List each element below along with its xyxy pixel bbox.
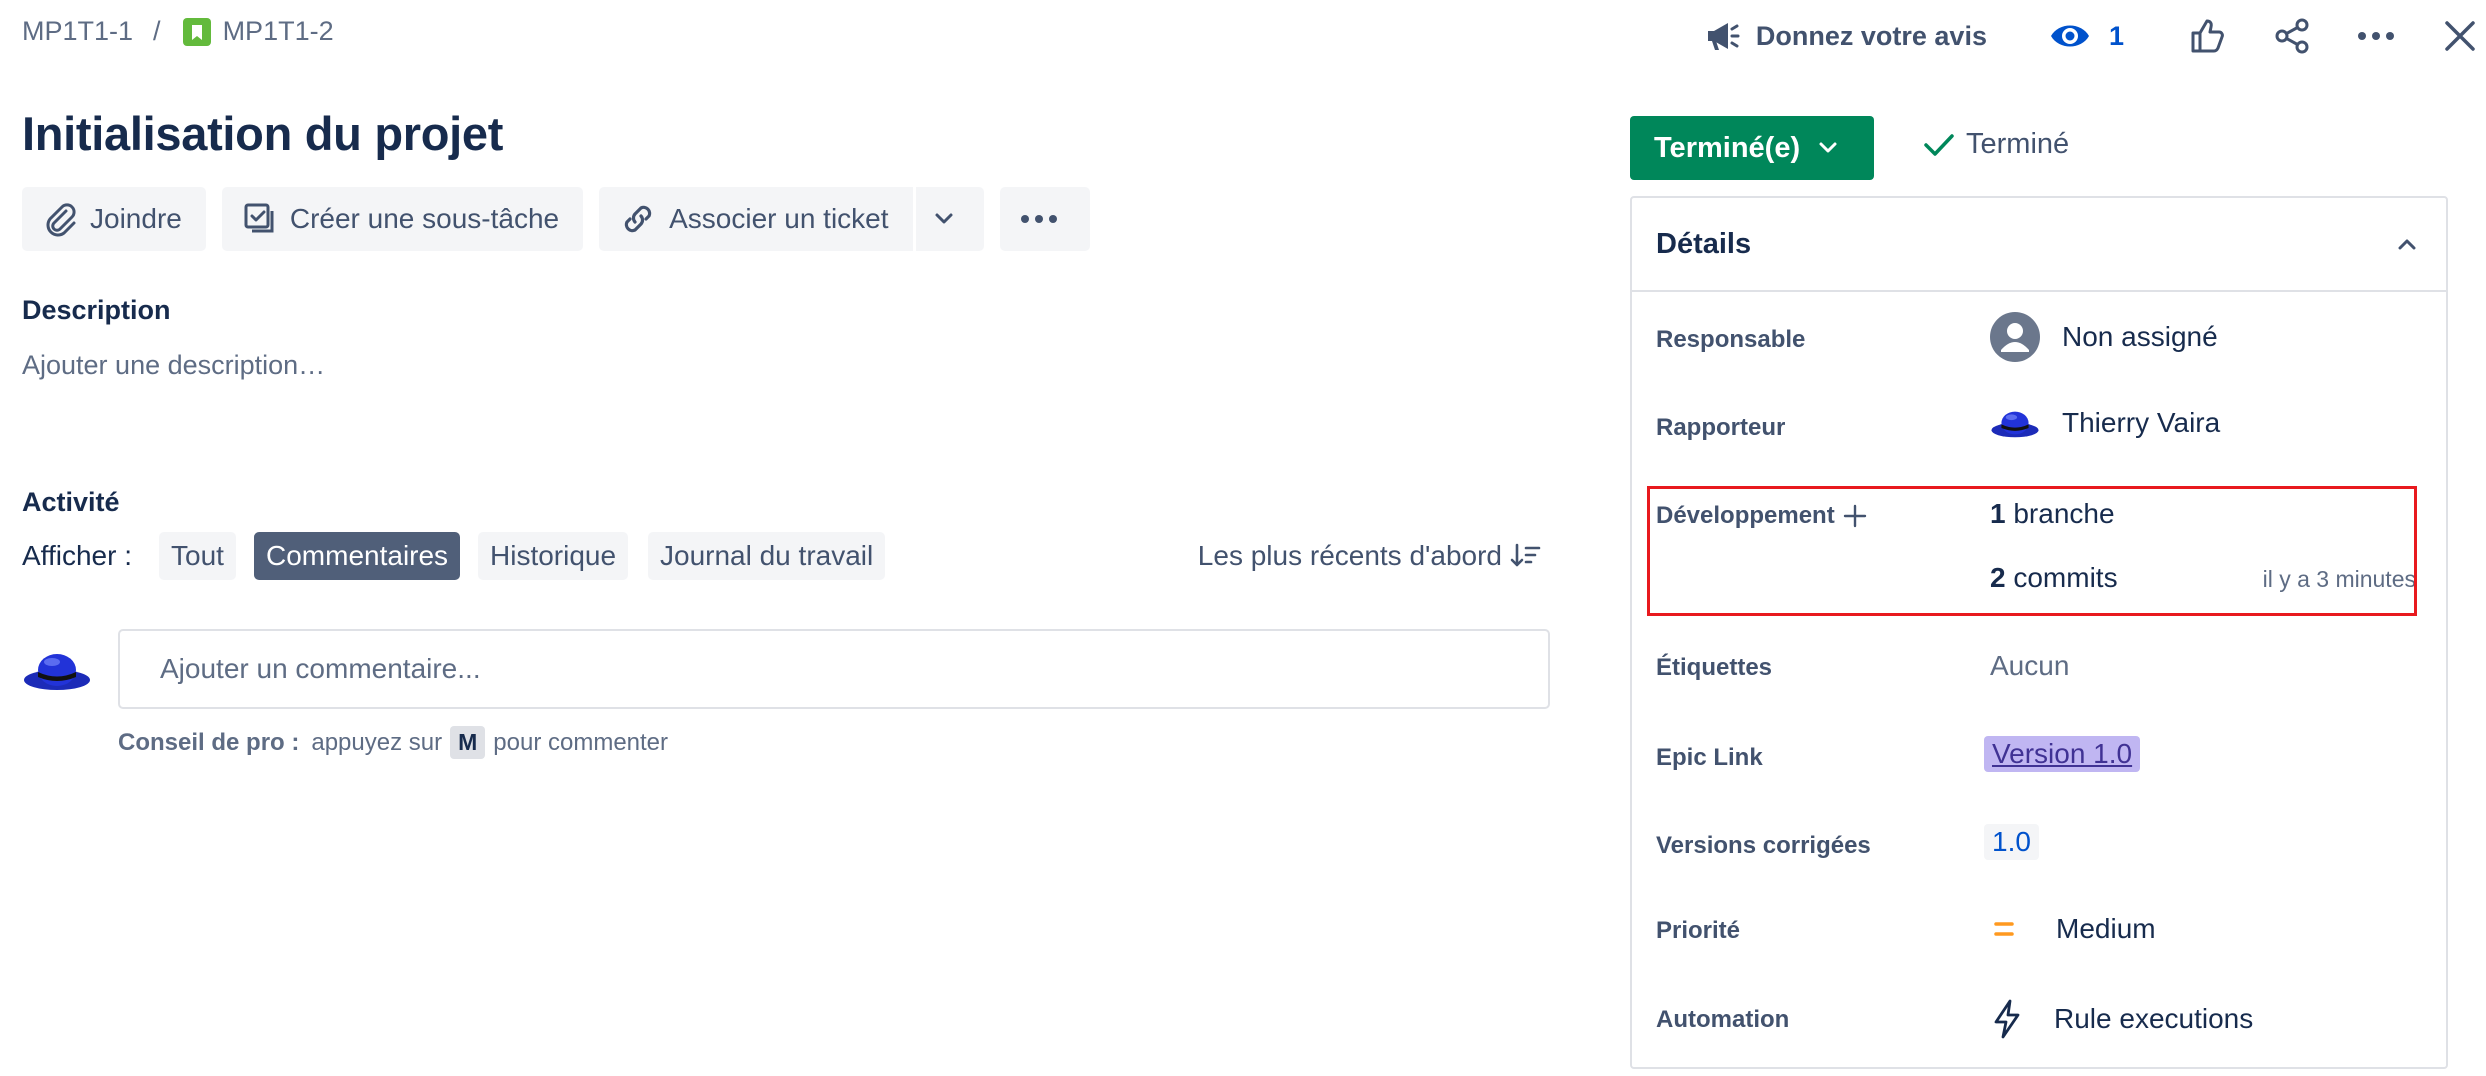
pro-tip-after: pour commenter <box>493 728 669 756</box>
filter-comments-button[interactable]: Commentaires <box>254 532 461 580</box>
share-button[interactable] <box>2270 14 2314 58</box>
description-placeholder[interactable]: Ajouter une description… <box>22 350 325 381</box>
chevron-down-icon <box>1819 142 1837 153</box>
checkmark-icon <box>1924 133 1954 156</box>
assignee-label: Responsable <box>1656 326 1806 353</box>
resolution-label: Terminé <box>1966 128 2070 160</box>
sort-order-button[interactable]: Les plus récents d'abord <box>1198 540 1542 572</box>
more-icon <box>2358 32 2394 40</box>
priority-medium-icon <box>1994 922 2014 936</box>
watch-button[interactable]: 1 <box>2049 19 2124 53</box>
breadcrumb-current-link[interactable]: MP1T1-2 <box>223 16 334 47</box>
reporter-field[interactable]: Thierry Vaira <box>1990 400 2220 446</box>
unassigned-avatar-icon <box>1990 312 2040 362</box>
filter-all-button[interactable]: Tout <box>159 532 236 580</box>
reporter-value: Thierry Vaira <box>2062 407 2221 438</box>
lightning-bolt-icon <box>1994 999 2020 1039</box>
user-avatar <box>24 654 90 690</box>
description-heading: Description <box>22 295 171 325</box>
filter-history-button[interactable]: Historique <box>478 532 629 580</box>
create-subtask-label: Créer une sous-tâche <box>289 203 560 234</box>
details-panel: Détails Responsable Non assigné Rapporte… <box>1630 196 2448 1069</box>
chevron-up-icon[interactable] <box>2396 237 2418 251</box>
assignee-field[interactable]: Non assigné <box>1990 312 2218 362</box>
watchers-count: 1 <box>2108 20 2124 51</box>
details-heading: Détails <box>1656 227 1752 260</box>
labels-value[interactable]: Aucun <box>1990 650 2069 682</box>
issue-toolbar: Joindre Créer une sous-tâche Associer un… <box>22 187 1106 251</box>
issue-title[interactable]: Initialisation du projet <box>22 106 503 161</box>
breadcrumb-separator: / <box>153 16 161 46</box>
like-button[interactable] <box>2186 14 2230 58</box>
megaphone-icon <box>1707 23 1740 50</box>
story-icon <box>182 17 211 46</box>
automation-label: Automation <box>1656 1006 1790 1033</box>
priority-label: Priorité <box>1656 917 1741 944</box>
sort-icon <box>1510 543 1541 567</box>
fix-versions-field[interactable]: 1.0 <box>1984 824 2039 860</box>
priority-field[interactable]: Medium <box>1990 913 2156 945</box>
pro-tip-before: appuyez sur <box>311 728 443 756</box>
activity-heading: Activité <box>22 487 120 517</box>
epic-link-label: Epic Link <box>1656 744 1763 771</box>
pro-tip-label: Conseil de pro : <box>118 728 300 756</box>
link-issue-dropdown-button[interactable] <box>912 187 984 251</box>
comment-input[interactable]: Ajouter un commentaire... <box>118 629 1550 709</box>
activity-filter-row: Afficher : Tout Commentaires Historique … <box>22 532 1542 586</box>
attach-button[interactable]: Joindre <box>22 187 206 251</box>
link-issue-label: Associer un ticket <box>669 203 889 234</box>
breadcrumb: MP1T1-1 / MP1T1-2 <box>22 16 334 47</box>
epic-link-value[interactable]: Version 1.0 <box>1984 736 2141 772</box>
epic-link-field[interactable]: Version 1.0 <box>1984 736 2141 772</box>
top-actions: Donnez votre avis 1 <box>1702 8 2486 64</box>
reporter-label: Rapporteur <box>1656 414 1786 441</box>
subtask-icon <box>244 203 274 233</box>
share-icon <box>2275 18 2309 54</box>
reporter-avatar <box>1991 411 2039 438</box>
thumbs-up-icon <box>2191 19 2224 53</box>
toolbar-more-button[interactable] <box>999 187 1090 251</box>
automation-value: Rule executions <box>2054 1003 2254 1034</box>
more-icon <box>1020 215 1057 223</box>
close-button[interactable] <box>2438 14 2482 58</box>
pro-tip: Conseil de pro : appuyez sur M pour comm… <box>118 726 668 759</box>
close-icon <box>2445 21 2475 51</box>
chevron-down-icon <box>935 213 953 224</box>
assignee-value: Non assigné <box>2062 321 2218 352</box>
feedback-button[interactable]: Donnez votre avis <box>1702 16 1987 56</box>
create-subtask-button[interactable]: Créer une sous-tâche <box>221 187 584 251</box>
filter-worklog-button[interactable]: Journal du travail <box>648 532 886 580</box>
eye-icon <box>2050 25 2089 47</box>
shortcut-key: M <box>450 726 486 759</box>
activity-show-label: Afficher : <box>22 540 132 571</box>
more-actions-button[interactable] <box>2354 14 2398 58</box>
status-label: Terminé(e) <box>1654 131 1801 164</box>
resolution-indicator: Terminé <box>1922 128 2069 161</box>
labels-label: Étiquettes <box>1656 654 1773 681</box>
feedback-label: Donnez votre avis <box>1755 20 1987 51</box>
top-bar: MP1T1-1 / MP1T1-2 Donnez votre avis 1 <box>0 0 2486 72</box>
development-highlight-box <box>1647 486 2417 616</box>
priority-value: Medium <box>2056 913 2156 944</box>
automation-field[interactable]: Rule executions <box>1990 998 2253 1040</box>
breadcrumb-parent-link[interactable]: MP1T1-1 <box>22 16 133 47</box>
status-dropdown-button[interactable]: Terminé(e) <box>1630 116 1874 180</box>
attach-label: Joindre <box>90 203 182 234</box>
details-header[interactable]: Détails <box>1632 198 2446 292</box>
sort-order-label: Les plus récents d'abord <box>1197 540 1502 571</box>
fix-version-value[interactable]: 1.0 <box>1984 824 2039 860</box>
link-icon <box>624 205 652 233</box>
link-issue-button[interactable]: Associer un ticket <box>599 187 913 251</box>
fix-versions-label: Versions corrigées <box>1656 832 1871 859</box>
paperclip-icon <box>46 203 76 237</box>
